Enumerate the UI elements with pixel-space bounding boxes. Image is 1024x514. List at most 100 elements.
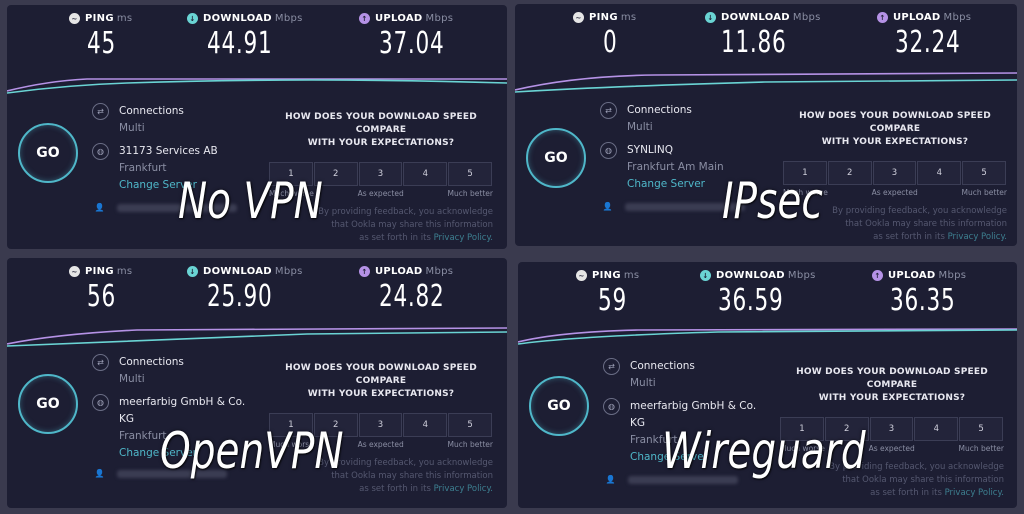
upload-arrow-icon: ↑ bbox=[359, 13, 370, 24]
go-button[interactable]: GO bbox=[526, 128, 586, 188]
disclaimer-line-3: as set forth in its bbox=[359, 484, 431, 494]
download-value: 44.91 bbox=[207, 26, 273, 61]
survey-question-cont: WITH YOUR EXPECTATIONS? bbox=[307, 138, 455, 148]
go-button[interactable]: GO bbox=[18, 374, 78, 434]
ping-metric: ~ PING ms 56 bbox=[69, 266, 132, 314]
download-metric: ↓ DOWNLOAD Mbps 36.59 bbox=[700, 270, 816, 318]
download-metric: ↓ DOWNLOAD Mbps 25.90 bbox=[187, 266, 303, 314]
download-arrow-icon: ↓ bbox=[187, 266, 198, 277]
ping-unit: ms bbox=[116, 266, 133, 277]
survey-question-cont: WITH YOUR EXPECTATIONS? bbox=[307, 389, 455, 399]
connections-row: ⇄ Connections Multi bbox=[92, 354, 262, 388]
download-metric: ↓ DOWNLOAD Mbps 11.86 bbox=[705, 12, 821, 60]
rating-3-button[interactable]: 3 bbox=[358, 413, 403, 437]
overlay-label-wireguard: Wireguard bbox=[662, 422, 866, 480]
globe-icon: ◍ bbox=[603, 398, 620, 415]
upload-value: 37.04 bbox=[379, 26, 445, 61]
survey-question: HOW DOES YOUR DOWNLOAD SPEED COMPARE bbox=[285, 363, 477, 386]
server-location: Frankfurt Am Main bbox=[627, 161, 724, 173]
ping-value: 59 bbox=[598, 283, 627, 318]
go-label: GO bbox=[544, 150, 568, 166]
go-label: GO bbox=[547, 398, 571, 414]
upload-value: 24.82 bbox=[379, 279, 445, 314]
upload-unit: Mbps bbox=[938, 270, 967, 281]
upload-unit: Mbps bbox=[425, 266, 454, 277]
ping-icon: ~ bbox=[69, 266, 80, 277]
download-arrow-icon: ↓ bbox=[187, 13, 198, 24]
user-icon: 👤 bbox=[94, 469, 105, 478]
much-better-label: Much better bbox=[961, 188, 1007, 197]
connections-label: Connections bbox=[627, 104, 692, 116]
rating-5-button[interactable]: 5 bbox=[448, 162, 492, 186]
ping-value: 56 bbox=[87, 279, 116, 314]
rating-4-button[interactable]: 4 bbox=[403, 413, 448, 437]
ping-icon: ~ bbox=[69, 13, 80, 24]
connections-label: Connections bbox=[119, 356, 184, 368]
privacy-policy-link[interactable]: Privacy Policy. bbox=[948, 232, 1007, 242]
ping-label: PING bbox=[85, 13, 114, 24]
privacy-policy-link[interactable]: Privacy Policy. bbox=[434, 233, 493, 243]
go-label: GO bbox=[36, 396, 60, 412]
as-expected-label: As expected bbox=[357, 440, 404, 449]
go-label: GO bbox=[36, 145, 60, 161]
connections-mode: Multi bbox=[119, 122, 145, 134]
download-graph-line bbox=[7, 79, 507, 94]
upload-metric: ↑ UPLOAD Mbps 24.82 bbox=[359, 266, 470, 314]
ping-label: PING bbox=[592, 270, 621, 281]
much-better-label: Much better bbox=[958, 444, 1004, 453]
upload-unit: Mbps bbox=[425, 13, 454, 24]
rating-4-button[interactable]: 4 bbox=[403, 162, 448, 186]
disclaimer-line-3: as set forth in its bbox=[359, 233, 431, 243]
connections-label: Connections bbox=[119, 105, 184, 117]
connections-row: ⇄ Connections Multi bbox=[92, 103, 262, 137]
download-value: 11.86 bbox=[721, 25, 787, 60]
download-unit: Mbps bbox=[787, 270, 816, 281]
connections-icon: ⇄ bbox=[92, 103, 109, 120]
privacy-policy-link[interactable]: Privacy Policy. bbox=[434, 484, 493, 494]
survey-question: HOW DOES YOUR DOWNLOAD SPEED COMPARE bbox=[285, 112, 477, 135]
ping-metric: ~ PING ms 0 bbox=[573, 12, 636, 60]
download-arrow-icon: ↓ bbox=[700, 270, 711, 281]
rating-4-button[interactable]: 4 bbox=[917, 161, 962, 185]
ping-metric: ~ PING ms 59 bbox=[576, 270, 639, 318]
survey-question: HOW DOES YOUR DOWNLOAD SPEED COMPARE bbox=[796, 367, 988, 390]
survey-question: HOW DOES YOUR DOWNLOAD SPEED COMPARE bbox=[799, 111, 991, 134]
download-value: 36.59 bbox=[718, 283, 784, 318]
speed-graph bbox=[515, 72, 1017, 93]
download-label: DOWNLOAD bbox=[721, 12, 790, 23]
as-expected-label: As expected bbox=[871, 188, 918, 197]
rating-2-button[interactable]: 2 bbox=[827, 161, 872, 185]
disclaimer-line-3: as set forth in its bbox=[873, 232, 945, 242]
overlay-label-no-vpn: No VPN bbox=[178, 172, 323, 230]
ping-value: 0 bbox=[603, 25, 618, 60]
go-button[interactable]: GO bbox=[529, 376, 589, 436]
rating-3-button[interactable]: 3 bbox=[358, 162, 403, 186]
go-button[interactable]: GO bbox=[18, 123, 78, 183]
globe-icon: ◍ bbox=[600, 142, 617, 159]
connections-mode: Multi bbox=[119, 373, 145, 385]
speed-graph bbox=[518, 328, 1017, 345]
rating-3-button[interactable]: 3 bbox=[869, 417, 914, 441]
rating-4-button[interactable]: 4 bbox=[914, 417, 959, 441]
download-label: DOWNLOAD bbox=[716, 270, 785, 281]
download-unit: Mbps bbox=[274, 266, 303, 277]
ping-unit: ms bbox=[116, 13, 133, 24]
upload-metric: ↑ UPLOAD Mbps 36.35 bbox=[872, 270, 981, 318]
ping-unit: ms bbox=[623, 270, 640, 281]
user-icon: 👤 bbox=[602, 202, 613, 211]
change-server-link[interactable]: Change Server bbox=[627, 176, 724, 193]
rating-3-button[interactable]: 3 bbox=[872, 161, 917, 185]
server-name: meerfarbig GmbH & Co. bbox=[119, 396, 246, 408]
download-graph-line bbox=[515, 79, 1017, 93]
rating-5-button[interactable]: 5 bbox=[962, 161, 1006, 185]
ping-value: 45 bbox=[87, 26, 116, 61]
privacy-policy-link[interactable]: Privacy Policy. bbox=[945, 488, 1004, 498]
download-unit: Mbps bbox=[274, 13, 303, 24]
ping-unit: ms bbox=[620, 12, 637, 23]
rating-5-button[interactable]: 5 bbox=[448, 413, 492, 437]
upload-arrow-icon: ↑ bbox=[877, 12, 888, 23]
upload-metric: ↑ UPLOAD Mbps 37.04 bbox=[359, 13, 470, 61]
globe-icon: ◍ bbox=[92, 394, 109, 411]
as-expected-label: As expected bbox=[357, 189, 404, 198]
rating-5-button[interactable]: 5 bbox=[959, 417, 1003, 441]
